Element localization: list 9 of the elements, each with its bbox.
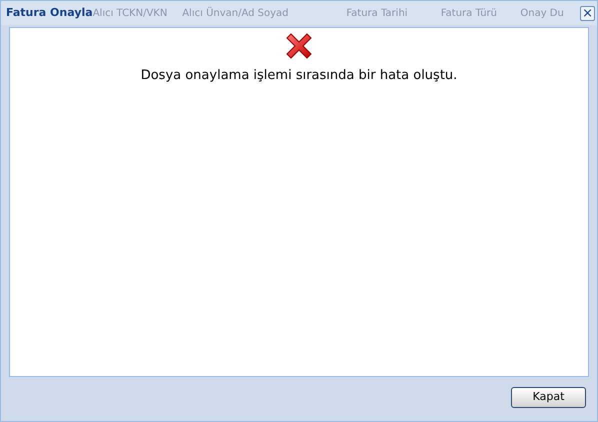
error-message: Dosya onaylama işlemi sırasında bir hata oluştu.: [140, 67, 458, 85]
column-header: Fatura Tarihi: [346, 6, 409, 20]
window-title: Fatura Onayla: [5, 4, 93, 21]
column-header: Fatura Türü: [440, 6, 498, 20]
close-button[interactable]: ×: [580, 6, 595, 20]
column-header: Onay Du: [520, 6, 565, 20]
column-header: Alıcı Ünvan/Ad Soyad: [182, 6, 290, 20]
column-header: Alıcı TCKN/VKN: [92, 6, 168, 20]
close-dialog-button[interactable]: Kapat: [511, 387, 586, 408]
